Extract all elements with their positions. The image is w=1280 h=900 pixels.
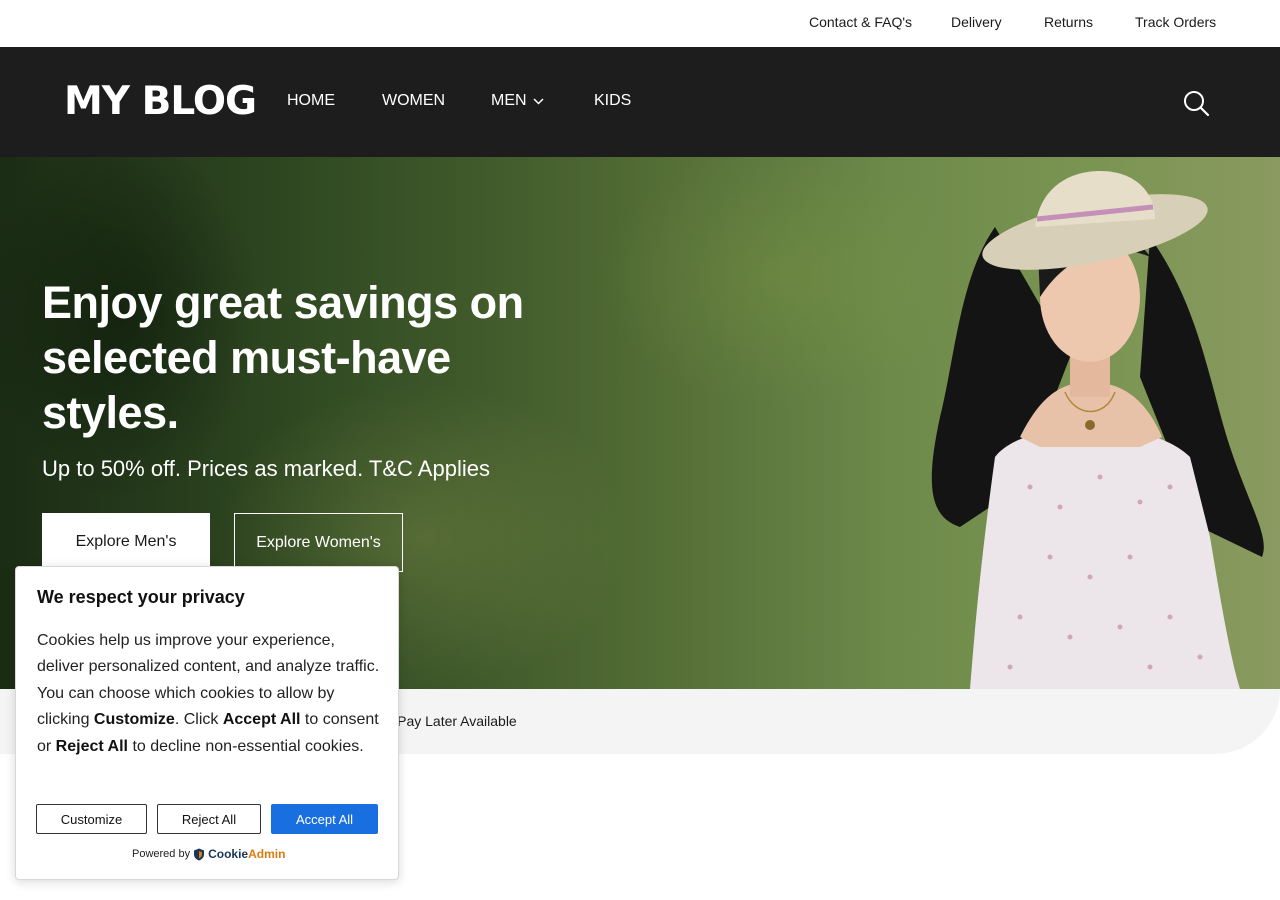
search-icon [1184, 91, 1210, 117]
promo-text: w, Pay Later Available [380, 713, 517, 729]
cookie-banner-title: We respect your privacy [37, 587, 245, 607]
nav-item-women[interactable]: WOMEN [382, 92, 445, 110]
brand-text: Cookie [208, 847, 249, 861]
contact-faq-link[interactable]: Contact & FAQ's [809, 14, 912, 30]
returns-link[interactable]: Returns [1044, 14, 1093, 30]
explore-mens-button[interactable]: Explore Men's [42, 513, 210, 571]
shield-icon [194, 848, 205, 860]
delivery-link[interactable]: Delivery [951, 14, 1002, 30]
cookie-banner-description: Cookies help us improve your experience,… [37, 628, 382, 760]
hero-subtitle: Up to 50% off. Prices as marked. T&C App… [42, 456, 490, 481]
site-logo[interactable]: MY BLOG [64, 79, 257, 124]
nav-item-label: KIDS [594, 92, 632, 109]
nav-item-label: HOME [287, 92, 335, 109]
cookie-text-emphasis: Reject All [55, 737, 128, 755]
nav-item-label: MEN [491, 92, 527, 109]
chevron-down-icon [533, 97, 544, 105]
cookie-customize-button[interactable]: Customize [36, 804, 147, 834]
cookie-text: . Click [174, 711, 223, 729]
nav-item-label: WOMEN [382, 92, 446, 109]
cookie-text: to decline non-essential cookies. [128, 737, 364, 755]
cookie-reject-all-button[interactable]: Reject All [157, 804, 261, 834]
utility-bar: Contact & FAQ's Delivery Returns Track O… [0, 0, 1280, 47]
cookieadmin-logo[interactable]: CookieAdmin [208, 847, 285, 861]
hero-model-image [931, 171, 1264, 689]
cookie-accept-all-button[interactable]: Accept All [271, 804, 378, 834]
nav-item-kids[interactable]: KIDS [594, 92, 631, 110]
cookie-text-emphasis: Customize [93, 711, 175, 729]
cookie-consent-banner: We respect your privacy Cookies help us … [15, 566, 399, 880]
track-orders-link[interactable]: Track Orders [1135, 14, 1216, 30]
brand-text: Admin [248, 847, 286, 861]
powered-by-label: Powered by [132, 848, 191, 860]
explore-womens-button[interactable]: Explore Women's [234, 513, 403, 572]
powered-by-footer: Powered by CookieAdmin [132, 847, 285, 861]
nav-item-home[interactable]: HOME [287, 92, 335, 110]
main-header: MY BLOG HOME WOMEN MEN KIDS [0, 47, 1280, 157]
cookie-text-emphasis: Accept All [222, 711, 301, 729]
hero-title: Enjoy great savings on selected must-hav… [42, 277, 524, 438]
nav-item-men[interactable]: MEN [491, 92, 544, 110]
search-button[interactable] [1182, 89, 1210, 117]
